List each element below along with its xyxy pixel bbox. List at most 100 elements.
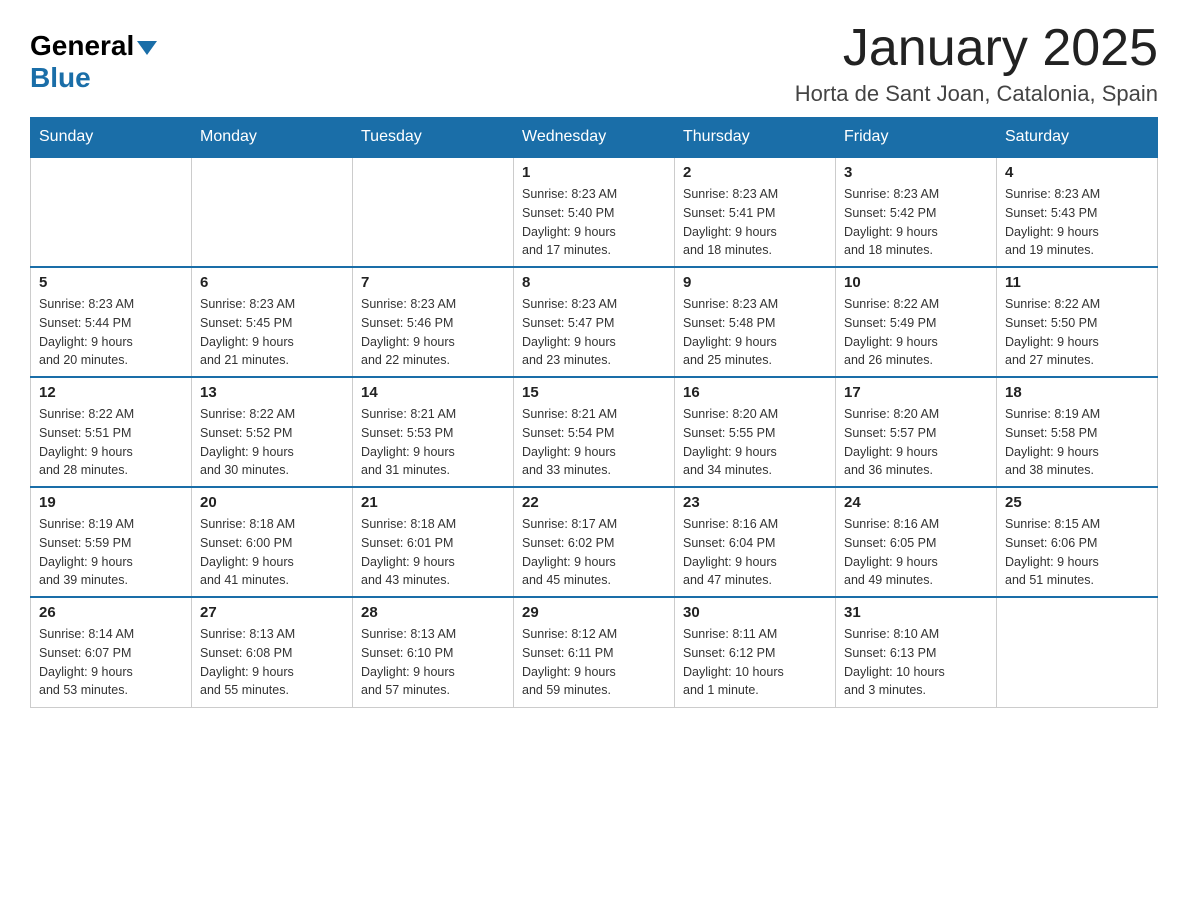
day-info: Sunrise: 8:23 AMSunset: 5:47 PMDaylight:…	[522, 295, 666, 370]
day-info: Sunrise: 8:14 AMSunset: 6:07 PMDaylight:…	[39, 625, 183, 700]
day-info: Sunrise: 8:22 AMSunset: 5:52 PMDaylight:…	[200, 405, 344, 480]
table-row: 21 Sunrise: 8:18 AMSunset: 6:01 PMDayligh…	[353, 487, 514, 597]
table-row: 1 Sunrise: 8:23 AMSunset: 5:40 PMDaylight…	[514, 157, 675, 267]
day-info: Sunrise: 8:13 AMSunset: 6:10 PMDaylight:…	[361, 625, 505, 700]
table-row: 5 Sunrise: 8:23 AMSunset: 5:44 PMDaylight…	[31, 267, 192, 377]
day-info: Sunrise: 8:18 AMSunset: 6:00 PMDaylight:…	[200, 515, 344, 590]
calendar-table: Sunday Monday Tuesday Wednesday Thursday…	[30, 117, 1158, 708]
day-number: 11	[1005, 274, 1149, 291]
day-number: 13	[200, 384, 344, 401]
title-section: January 2025 Horta de Sant Joan, Catalon…	[795, 20, 1158, 107]
table-row: 19Sunrise: 8:19 AMSunset: 5:59 PMDayligh…	[31, 487, 192, 597]
day-number: 10	[844, 274, 988, 291]
day-number: 29	[522, 604, 666, 621]
day-number: 18	[1005, 384, 1149, 401]
header-thursday: Thursday	[675, 118, 836, 158]
table-row	[353, 157, 514, 267]
table-row	[192, 157, 353, 267]
logo-general-text: General	[30, 30, 157, 62]
table-row: 6 Sunrise: 8:23 AMSunset: 5:45 PMDaylight…	[192, 267, 353, 377]
day-info: Sunrise: 8:16 AMSunset: 6:05 PMDaylight:…	[844, 515, 988, 590]
day-info: Sunrise: 8:23 AMSunset: 5:42 PMDaylight:…	[844, 185, 988, 260]
day-number: 21	[361, 494, 505, 511]
calendar-week-4: 19Sunrise: 8:19 AMSunset: 5:59 PMDayligh…	[31, 487, 1158, 597]
day-info: Sunrise: 8:20 AMSunset: 5:55 PMDaylight:…	[683, 405, 827, 480]
header-friday: Friday	[836, 118, 997, 158]
calendar-week-5: 26 Sunrise: 8:14 AMSunset: 6:07 PMDayligh…	[31, 597, 1158, 707]
logo-arrow-icon	[137, 41, 157, 55]
day-info: Sunrise: 8:16 AMSunset: 6:04 PMDaylight:…	[683, 515, 827, 590]
day-number: 25	[1005, 494, 1149, 511]
day-number: 28	[361, 604, 505, 621]
calendar-week-3: 12 Sunrise: 8:22 AMSunset: 5:51 PMDayligh…	[31, 377, 1158, 487]
table-row: 29 Sunrise: 8:12 AMSunset: 6:11 PMDayligh…	[514, 597, 675, 707]
table-row: 9 Sunrise: 8:23 AMSunset: 5:48 PMDaylight…	[675, 267, 836, 377]
calendar-header-row: Sunday Monday Tuesday Wednesday Thursday…	[31, 118, 1158, 158]
table-row: 3 Sunrise: 8:23 AMSunset: 5:42 PMDaylight…	[836, 157, 997, 267]
table-row: 22Sunrise: 8:17 AMSunset: 6:02 PMDayligh…	[514, 487, 675, 597]
table-row: 31 Sunrise: 8:10 AMSunset: 6:13 PMDayligh…	[836, 597, 997, 707]
table-row: 27 Sunrise: 8:13 AMSunset: 6:08 PMDayligh…	[192, 597, 353, 707]
table-row: 15Sunrise: 8:21 AMSunset: 5:54 PMDayligh…	[514, 377, 675, 487]
day-number: 9	[683, 274, 827, 291]
logo: General Blue	[30, 30, 157, 94]
table-row: 16Sunrise: 8:20 AMSunset: 5:55 PMDayligh…	[675, 377, 836, 487]
day-info: Sunrise: 8:18 AMSunset: 6:01 PMDaylight:…	[361, 515, 505, 590]
table-row: 7Sunrise: 8:23 AMSunset: 5:46 PMDaylight…	[353, 267, 514, 377]
day-number: 8	[522, 274, 666, 291]
day-number: 7	[361, 274, 505, 291]
day-number: 6	[200, 274, 344, 291]
day-number: 5	[39, 274, 183, 291]
day-info: Sunrise: 8:21 AMSunset: 5:53 PMDaylight:…	[361, 405, 505, 480]
table-row: 30Sunrise: 8:11 AMSunset: 6:12 PMDayligh…	[675, 597, 836, 707]
day-number: 14	[361, 384, 505, 401]
day-number: 27	[200, 604, 344, 621]
day-info: Sunrise: 8:23 AMSunset: 5:45 PMDaylight:…	[200, 295, 344, 370]
table-row: 11 Sunrise: 8:22 AMSunset: 5:50 PMDayligh…	[997, 267, 1158, 377]
day-info: Sunrise: 8:11 AMSunset: 6:12 PMDaylight:…	[683, 625, 827, 700]
day-info: Sunrise: 8:19 AMSunset: 5:58 PMDaylight:…	[1005, 405, 1149, 480]
day-info: Sunrise: 8:20 AMSunset: 5:57 PMDaylight:…	[844, 405, 988, 480]
table-row: 2 Sunrise: 8:23 AMSunset: 5:41 PMDaylight…	[675, 157, 836, 267]
day-info: Sunrise: 8:23 AMSunset: 5:43 PMDaylight:…	[1005, 185, 1149, 260]
table-row: 10 Sunrise: 8:22 AMSunset: 5:49 PMDayligh…	[836, 267, 997, 377]
day-info: Sunrise: 8:15 AMSunset: 6:06 PMDaylight:…	[1005, 515, 1149, 590]
day-info: Sunrise: 8:23 AMSunset: 5:40 PMDaylight:…	[522, 185, 666, 260]
table-row: 8 Sunrise: 8:23 AMSunset: 5:47 PMDaylight…	[514, 267, 675, 377]
day-number: 20	[200, 494, 344, 511]
header-sunday: Sunday	[31, 118, 192, 158]
table-row	[31, 157, 192, 267]
day-info: Sunrise: 8:21 AMSunset: 5:54 PMDaylight:…	[522, 405, 666, 480]
day-number: 31	[844, 604, 988, 621]
day-info: Sunrise: 8:13 AMSunset: 6:08 PMDaylight:…	[200, 625, 344, 700]
day-number: 12	[39, 384, 183, 401]
table-row: 23 Sunrise: 8:16 AMSunset: 6:04 PMDayligh…	[675, 487, 836, 597]
day-number: 1	[522, 164, 666, 181]
day-info: Sunrise: 8:17 AMSunset: 6:02 PMDaylight:…	[522, 515, 666, 590]
table-row	[997, 597, 1158, 707]
day-number: 24	[844, 494, 988, 511]
calendar-week-1: 1 Sunrise: 8:23 AMSunset: 5:40 PMDaylight…	[31, 157, 1158, 267]
day-info: Sunrise: 8:23 AMSunset: 5:41 PMDaylight:…	[683, 185, 827, 260]
header-monday: Monday	[192, 118, 353, 158]
day-info: Sunrise: 8:22 AMSunset: 5:51 PMDaylight:…	[39, 405, 183, 480]
day-info: Sunrise: 8:12 AMSunset: 6:11 PMDaylight:…	[522, 625, 666, 700]
day-number: 17	[844, 384, 988, 401]
day-number: 26	[39, 604, 183, 621]
table-row: 24 Sunrise: 8:16 AMSunset: 6:05 PMDayligh…	[836, 487, 997, 597]
table-row: 20 Sunrise: 8:18 AMSunset: 6:00 PMDayligh…	[192, 487, 353, 597]
day-info: Sunrise: 8:23 AMSunset: 5:48 PMDaylight:…	[683, 295, 827, 370]
day-info: Sunrise: 8:23 AMSunset: 5:44 PMDaylight:…	[39, 295, 183, 370]
day-info: Sunrise: 8:19 AMSunset: 5:59 PMDaylight:…	[39, 515, 183, 590]
day-number: 3	[844, 164, 988, 181]
page-header: General Blue January 2025 Horta de Sant …	[30, 20, 1158, 107]
day-number: 23	[683, 494, 827, 511]
table-row: 18 Sunrise: 8:19 AMSunset: 5:58 PMDayligh…	[997, 377, 1158, 487]
day-number: 2	[683, 164, 827, 181]
table-row: 12 Sunrise: 8:22 AMSunset: 5:51 PMDayligh…	[31, 377, 192, 487]
location-text: Horta de Sant Joan, Catalonia, Spain	[795, 81, 1158, 107]
day-info: Sunrise: 8:10 AMSunset: 6:13 PMDaylight:…	[844, 625, 988, 700]
day-info: Sunrise: 8:22 AMSunset: 5:49 PMDaylight:…	[844, 295, 988, 370]
table-row: 14 Sunrise: 8:21 AMSunset: 5:53 PMDayligh…	[353, 377, 514, 487]
day-info: Sunrise: 8:22 AMSunset: 5:50 PMDaylight:…	[1005, 295, 1149, 370]
